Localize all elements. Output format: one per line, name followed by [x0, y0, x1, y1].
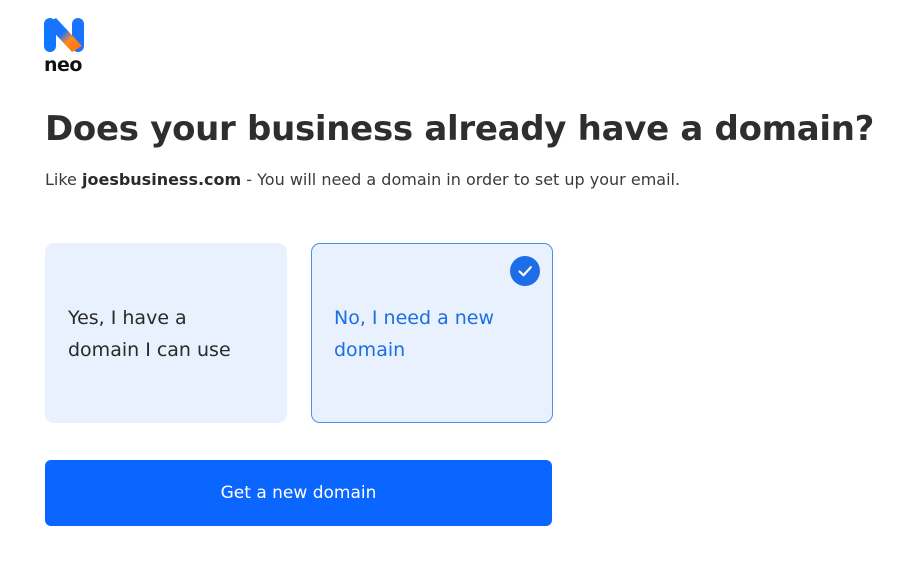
- option-label-line: domain I can use: [68, 339, 231, 361]
- option-have-domain[interactable]: Yes, I have a domain I can use: [45, 243, 287, 423]
- option-need-domain[interactable]: No, I need a new domain: [311, 243, 553, 423]
- option-label-line: domain: [334, 339, 406, 361]
- check-circle-icon: [510, 256, 540, 286]
- option-label: No, I need a new domain: [334, 302, 530, 366]
- page-subtitle: Like joesbusiness.com - You will need a …: [45, 170, 680, 189]
- domain-options: Yes, I have a domain I can use No, I nee…: [45, 243, 553, 423]
- option-label: Yes, I have a domain I can use: [68, 302, 264, 366]
- subtitle-prefix: Like: [45, 170, 82, 189]
- subtitle-suffix: - You will need a domain in order to set…: [241, 170, 681, 189]
- page-title: Does your business already have a domain…: [45, 109, 875, 149]
- neo-n-logo-icon: [44, 18, 84, 52]
- get-new-domain-button[interactable]: Get a new domain: [45, 460, 552, 526]
- option-label-line: Yes, I have a: [68, 307, 187, 329]
- neo-logo: neo: [44, 16, 90, 75]
- option-label-line: No, I need a new: [334, 307, 495, 329]
- subtitle-example-domain: joesbusiness.com: [81, 170, 242, 189]
- brand-name: neo: [44, 54, 82, 76]
- domain-setup-page: neo Does your business already have a do…: [0, 0, 909, 571]
